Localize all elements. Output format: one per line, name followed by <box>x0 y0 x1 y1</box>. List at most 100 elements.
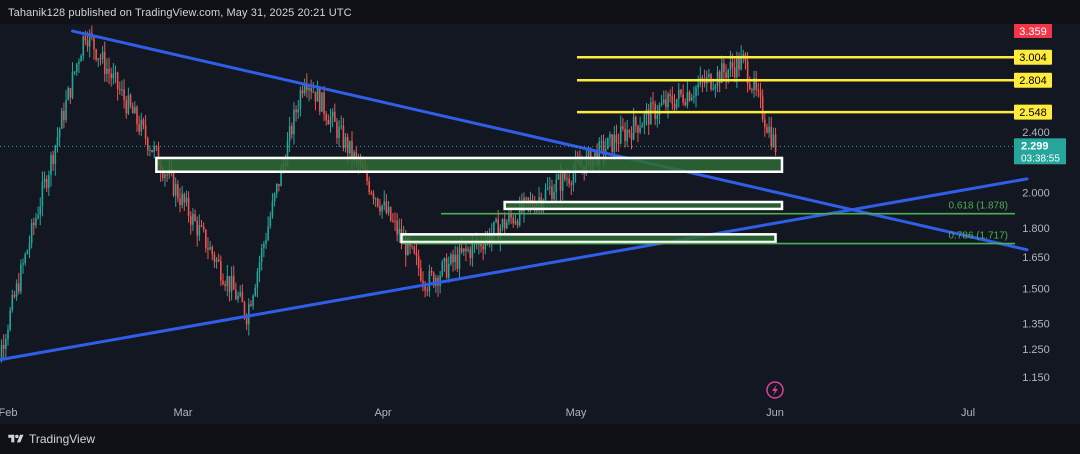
candle-body <box>7 329 9 340</box>
high-price-label: 3.359 <box>1019 26 1047 38</box>
candle-body <box>106 68 108 74</box>
candle-body <box>301 90 304 94</box>
tradingview-logo-icon <box>8 434 24 443</box>
candle-body <box>110 73 112 79</box>
candle-body <box>258 261 261 272</box>
candle-body <box>748 83 751 90</box>
candle-body <box>549 186 551 188</box>
candle-body <box>379 205 381 212</box>
candle-body <box>63 110 65 121</box>
candle-body <box>503 219 506 229</box>
candle-body <box>727 69 730 78</box>
candle-body <box>267 226 269 240</box>
candle-body <box>555 179 558 193</box>
x-tick-label: Mar <box>174 407 193 419</box>
candle-body <box>5 339 7 349</box>
candle-body <box>723 63 725 73</box>
candle-body <box>112 73 115 79</box>
candle-body <box>48 175 50 188</box>
candle-body <box>119 88 121 91</box>
candle-body <box>153 146 155 152</box>
candle-body <box>273 193 276 202</box>
candle-body <box>630 132 633 140</box>
x-tick-label: May <box>566 407 587 419</box>
tradingview-brand[interactable]: TradingView <box>8 432 95 446</box>
candle-body <box>125 100 128 114</box>
candle-body <box>329 116 332 125</box>
candle-body <box>613 134 616 152</box>
candle-body <box>215 259 218 262</box>
candle-body <box>17 283 20 292</box>
candle-body <box>13 294 16 297</box>
candle-body <box>200 225 203 227</box>
candle-body <box>572 172 575 185</box>
candle-body <box>742 54 745 56</box>
candle-body <box>413 246 416 254</box>
candle-body <box>22 263 24 265</box>
candle-body <box>254 287 257 296</box>
y-tick-label: 2.400 <box>1022 127 1050 139</box>
y-tick-label: 1.150 <box>1022 372 1050 384</box>
candle-body <box>678 89 680 99</box>
candle-body <box>230 276 233 292</box>
countdown-label: 03:38:55 <box>1021 153 1060 164</box>
candle-body <box>516 221 519 226</box>
last-price-label: 2.299 <box>1021 140 1049 152</box>
candle-body <box>9 310 11 330</box>
candle-body <box>140 119 143 132</box>
candle-body <box>189 215 192 225</box>
candle-body <box>695 87 697 97</box>
candle-body <box>637 125 639 133</box>
candle-body <box>443 258 446 262</box>
candle-body <box>239 292 241 296</box>
candle-body <box>41 181 44 207</box>
candle-body <box>662 99 665 104</box>
candle-body <box>93 37 95 50</box>
candle-body <box>693 96 695 98</box>
candle-body <box>774 134 777 152</box>
candle-body <box>415 253 418 256</box>
fib-level-label: 0.786 (1.717) <box>949 231 1009 242</box>
candle-body <box>355 152 358 158</box>
candle-body <box>628 130 631 133</box>
candle-body <box>278 183 280 187</box>
candle-body <box>430 271 433 273</box>
candle-body <box>441 261 444 276</box>
candle-body <box>318 88 321 112</box>
candle-body <box>456 254 459 269</box>
candle-body <box>411 246 413 248</box>
candle-body <box>194 213 196 221</box>
candle-body <box>772 134 775 147</box>
candle-body <box>260 247 263 262</box>
candle-body <box>60 110 63 129</box>
x-tick-label: Feb <box>0 407 17 419</box>
candle-body <box>222 280 224 285</box>
candle-body <box>619 126 622 144</box>
candle-body <box>546 187 549 190</box>
candle-body <box>69 88 72 98</box>
candle-body <box>387 207 390 213</box>
target-price-label: 2.548 <box>1019 107 1047 119</box>
candle-body <box>183 194 186 203</box>
candle-body <box>342 125 345 148</box>
candle-body <box>299 90 302 110</box>
publish-header: Tahanik128 published on TradingView.com,… <box>0 0 1080 24</box>
candle-body <box>237 295 239 300</box>
candle-body <box>394 220 396 222</box>
candle-body <box>11 294 14 311</box>
candle-body <box>370 192 373 194</box>
candle-body <box>566 178 568 180</box>
candle-body <box>35 218 37 226</box>
candle-body <box>321 92 323 112</box>
candle-body <box>164 174 166 178</box>
candle-body <box>697 84 699 88</box>
candle-body <box>450 254 452 264</box>
candle-body <box>553 192 555 200</box>
candle-body <box>667 93 669 108</box>
candle-body <box>24 253 26 264</box>
candle-body <box>134 107 136 114</box>
candle-body <box>684 102 687 106</box>
candle-body <box>144 125 147 139</box>
candle-body <box>688 91 691 101</box>
candlestick-chart[interactable]: Feb Mar Apr May Jun Jul 1.150 1.250 1.350 1.500 1.… <box>0 24 1080 424</box>
